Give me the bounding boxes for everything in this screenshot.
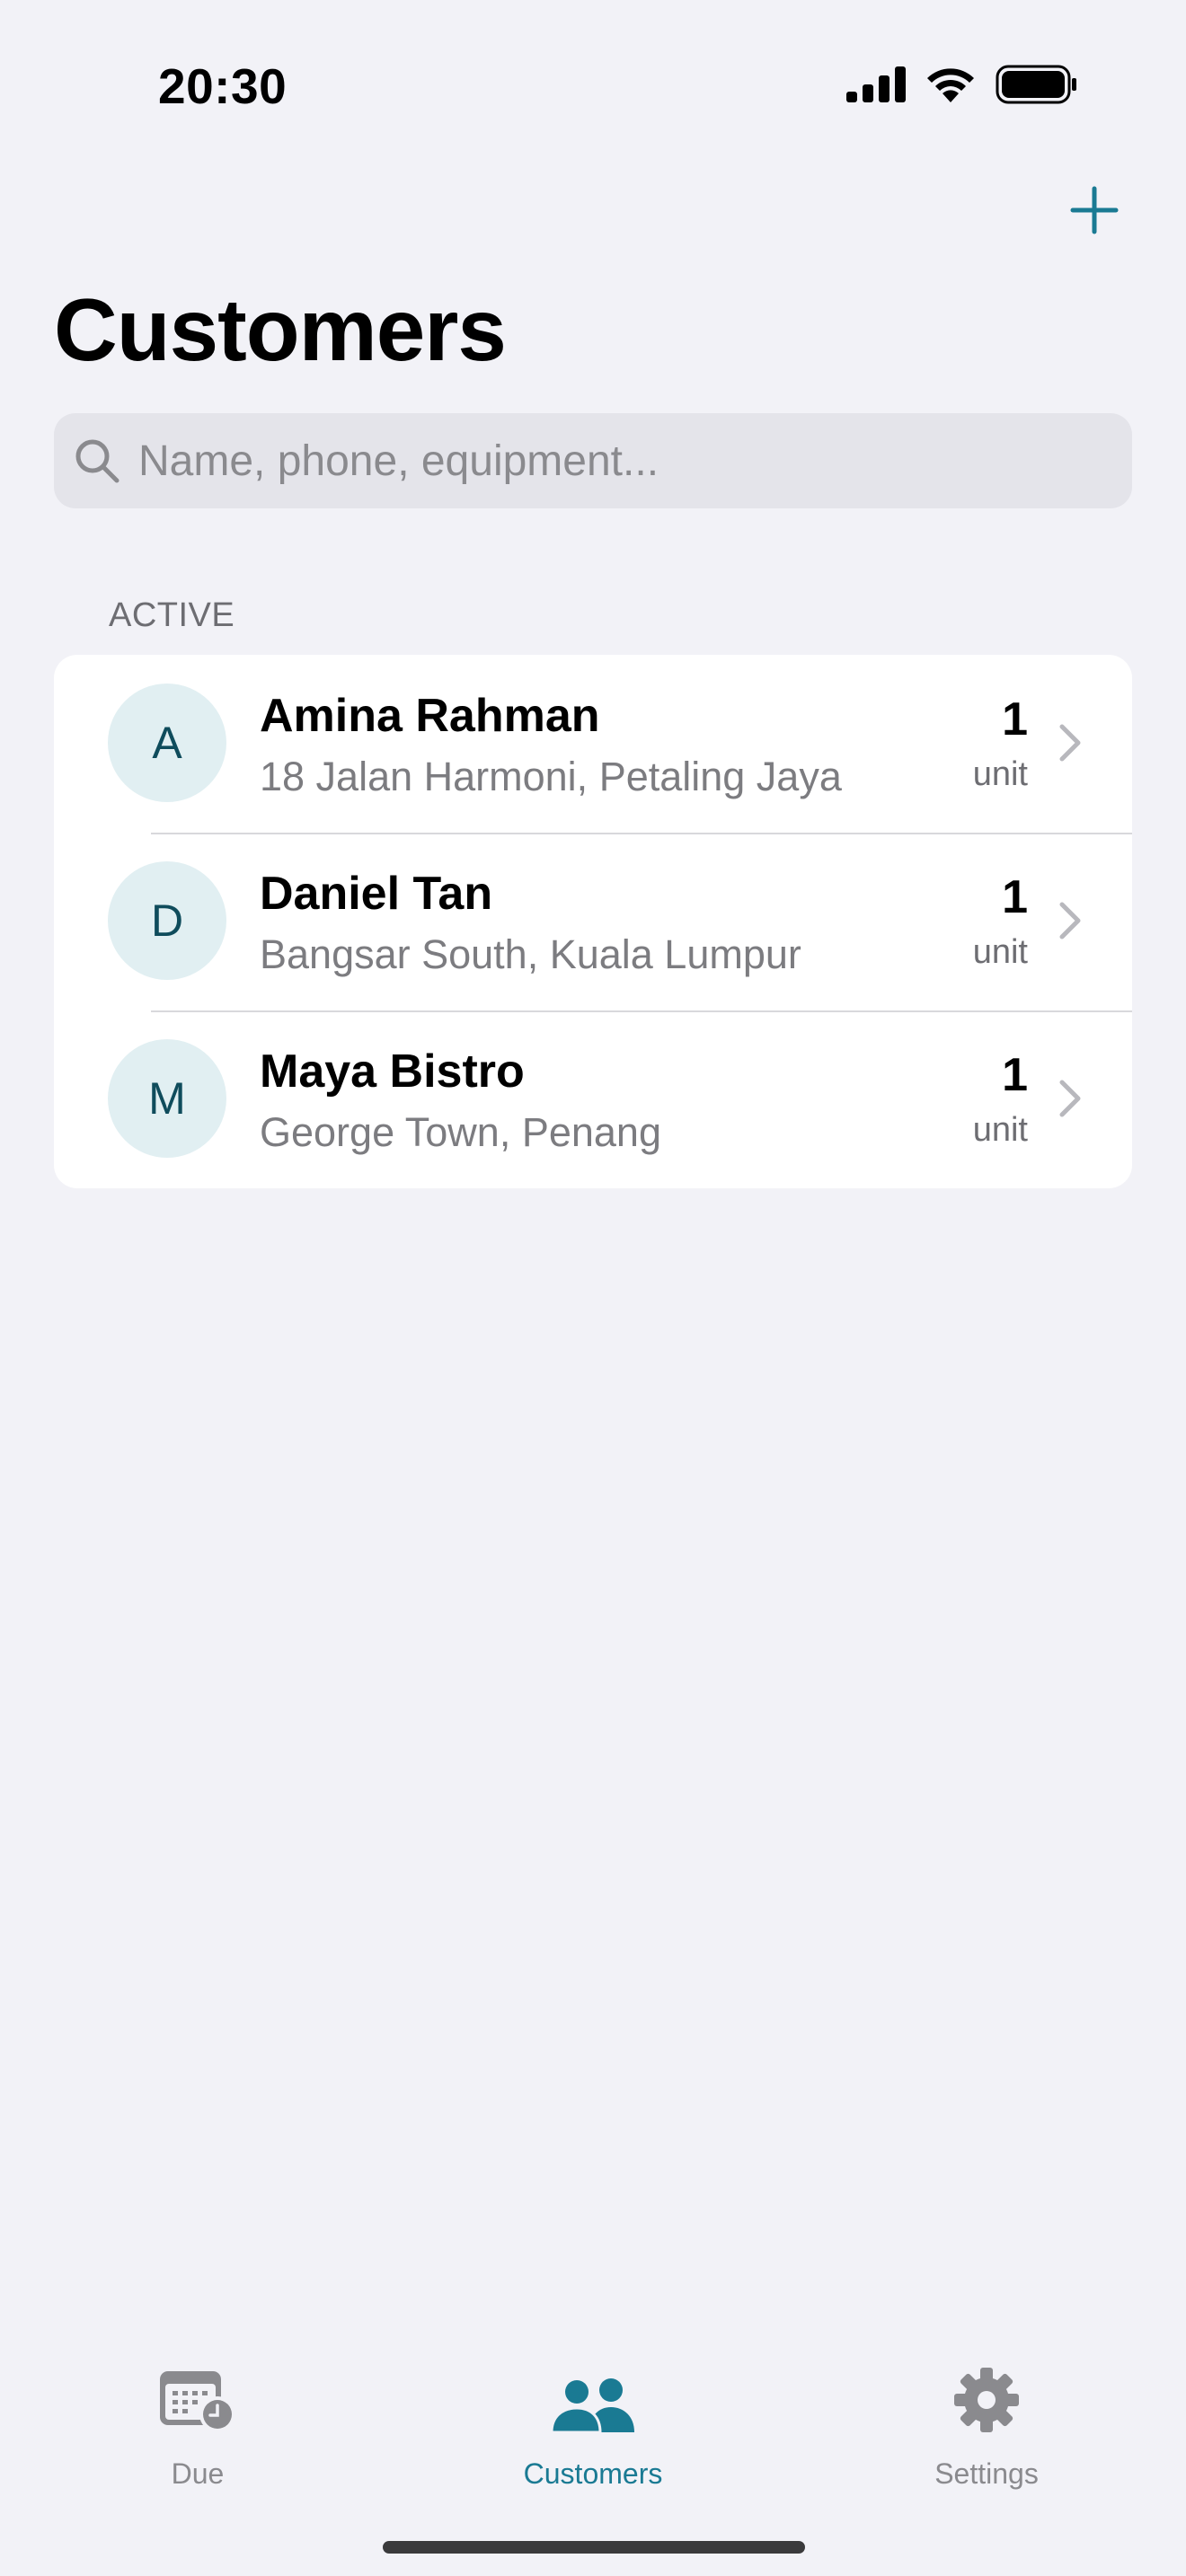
chevron-right-icon <box>1059 902 1081 940</box>
customer-row[interactable]: A Amina Rahman 18 Jalan Harmoni, Petalin… <box>54 655 1132 833</box>
section-header-active: ACTIVE <box>109 596 235 634</box>
customer-name: Maya Bistro <box>260 1045 525 1098</box>
tab-settings-label: Settings <box>934 2457 1039 2490</box>
search-icon <box>72 436 122 486</box>
people-icon <box>550 2377 636 2441</box>
customer-row[interactable]: M Maya Bistro George Town, Penang 1 unit <box>54 1010 1132 1188</box>
unit-count: 1 <box>1002 871 1028 923</box>
avatar: A <box>108 684 226 802</box>
chevron-right-icon <box>1059 724 1081 762</box>
tab-due[interactable]: Due <box>90 2369 305 2491</box>
unit-label: unit <box>972 1111 1028 1149</box>
battery-icon <box>996 65 1078 104</box>
avatar: D <box>108 861 226 980</box>
unit-label: unit <box>972 933 1028 971</box>
customer-address: George Town, Penang <box>260 1109 661 1155</box>
plus-icon <box>1069 185 1120 240</box>
unit-label: unit <box>972 755 1028 793</box>
customer-name: Daniel Tan <box>260 868 493 920</box>
avatar: M <box>108 1039 226 1158</box>
home-indicator <box>383 2541 805 2554</box>
customer-name: Amina Rahman <box>260 690 600 742</box>
status-icons <box>846 65 1078 104</box>
customer-address: Bangsar South, Kuala Lumpur <box>260 931 801 977</box>
tab-bar: Due Customers Settings <box>0 2335 1186 2576</box>
gear-icon <box>952 2366 1021 2441</box>
tab-due-label: Due <box>171 2457 225 2490</box>
unit-count: 1 <box>1002 1049 1028 1101</box>
wifi-icon <box>924 65 978 104</box>
tab-customers-label: Customers <box>523 2457 663 2490</box>
customer-list: A Amina Rahman 18 Jalan Harmoni, Petalin… <box>54 655 1132 1188</box>
customer-address: 18 Jalan Harmoni, Petaling Jaya <box>260 754 842 799</box>
tab-customers[interactable]: Customers <box>485 2369 701 2491</box>
tab-settings[interactable]: Settings <box>879 2366 1094 2491</box>
calendar-clock-icon <box>158 2366 237 2441</box>
add-customer-button[interactable] <box>1062 180 1127 244</box>
search-input[interactable] <box>137 435 1111 487</box>
customer-row[interactable]: D Daniel Tan Bangsar South, Kuala Lumpur… <box>54 833 1132 1010</box>
status-bar: 20:30 <box>0 0 1186 171</box>
status-time: 20:30 <box>158 58 288 114</box>
page-title: Customers <box>54 280 507 379</box>
search-bar[interactable] <box>54 413 1132 508</box>
cellular-signal-icon <box>846 66 906 102</box>
unit-count: 1 <box>1002 693 1028 745</box>
chevron-right-icon <box>1059 1080 1081 1117</box>
